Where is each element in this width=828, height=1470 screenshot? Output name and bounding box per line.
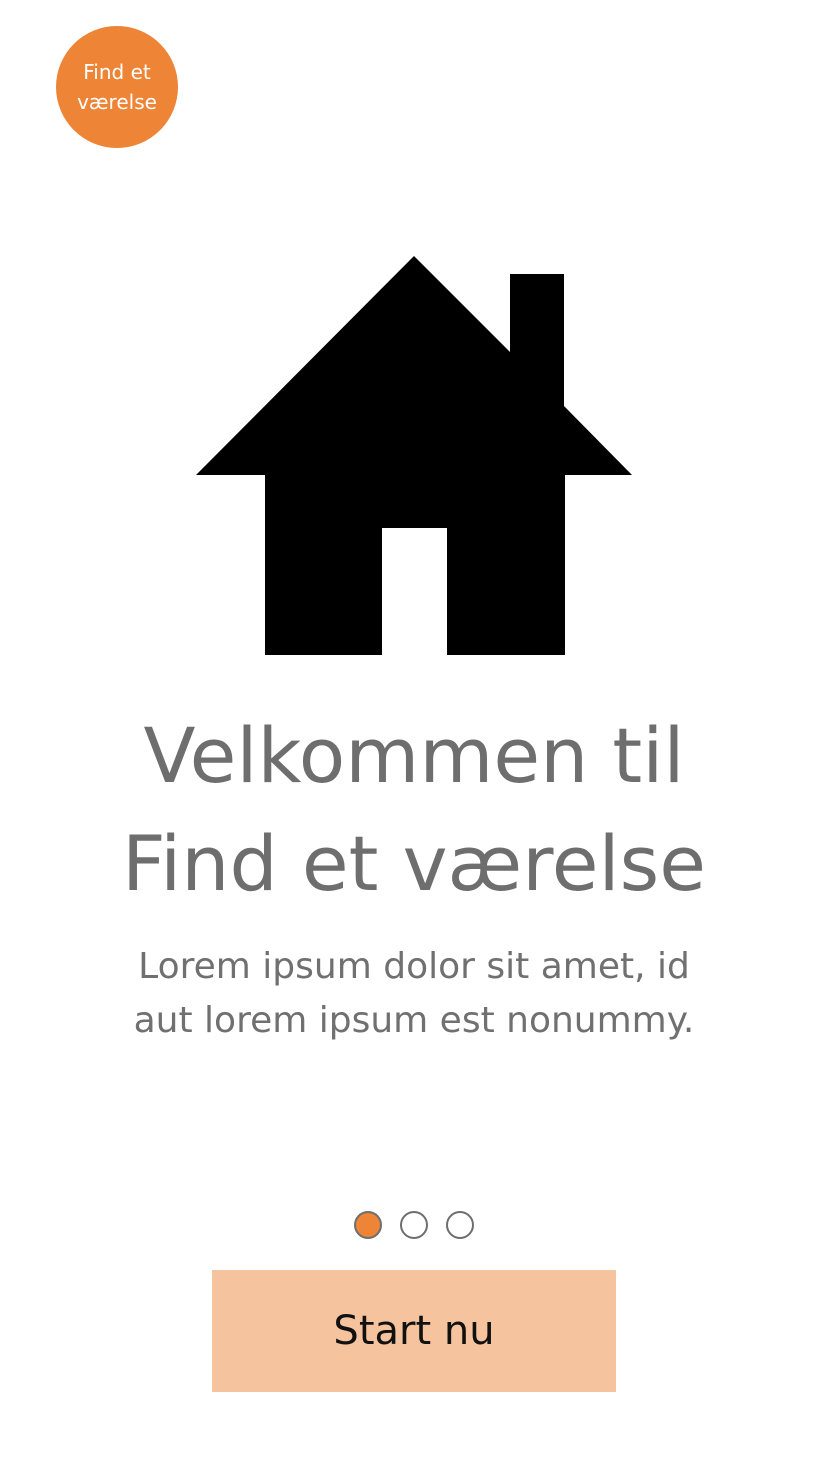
welcome-description: Lorem ipsum dolor sit amet, id aut lorem… [0,940,828,1048]
house-icon [196,256,632,655]
start-now-button[interactable]: Start nu [212,1270,616,1392]
logo-text-line2: værelse [77,90,157,114]
page-indicator [0,1211,828,1239]
welcome-description-line2: aut lorem ipsum est nonummy. [133,1000,695,1041]
page-dot-3[interactable] [446,1211,474,1239]
welcome-title-line1: Velkommen til [143,711,685,800]
app-logo-badge: Find et værelse [56,26,178,148]
page-dot-2[interactable] [400,1211,428,1239]
welcome-title: Velkommen til Find et værelse [0,702,828,918]
logo-text-line1: Find et [83,60,151,84]
welcome-title-line2: Find et værelse [122,819,706,908]
welcome-description-line1: Lorem ipsum dolor sit amet, id [138,946,690,987]
page-dot-1[interactable] [354,1211,382,1239]
